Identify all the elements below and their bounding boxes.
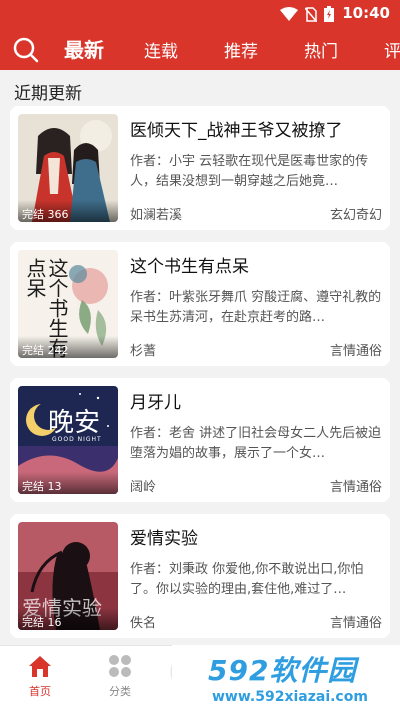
book-card[interactable]: 晚安 GOOD NIGHT 完结 13 月牙儿 作者：老舍 讲述了旧社会母女二人… xyxy=(10,378,390,502)
book-description: 作者：小宇 云轻歌在现代是医毒世家的传人，结果没想到一朝穿越之后她竟… xyxy=(130,154,369,189)
home-icon xyxy=(29,656,51,677)
book-cover: 完结 366 xyxy=(18,114,118,222)
tab-serializing[interactable]: 连载 xyxy=(144,37,178,62)
nav-home[interactable]: 首页 xyxy=(10,654,70,699)
watermark-url: www.592xiazai.com xyxy=(212,689,368,705)
section-title: 近期更新 xyxy=(14,84,82,104)
book-genre: 玄幻奇幻 xyxy=(329,208,382,223)
book-author: 佚名 xyxy=(130,616,157,631)
book-description: 作者：老舍 讲述了旧社会母女二人先后被迫堕落为娼的故事，展示了一个女… xyxy=(130,426,382,461)
book-description: 作者：叶紫张牙舞爪 穷酸迂腐、遵守礼教的呆书生苏清河，在赴京赶考的路… xyxy=(130,290,382,325)
book-description: 作者：刘秉政 你爱他,你不敢说出口,你怕了。你以实验的理由,套住他,难过了… xyxy=(130,562,364,597)
watermark: 592软件园 www.592xiazai.com xyxy=(172,645,400,711)
book-genre: 言情通俗 xyxy=(329,480,382,495)
book-card[interactable]: 爱情实验 完结 16 爱情实验 作者：刘秉政 你爱他,你不敢说出口,你怕了。你以… xyxy=(10,514,390,638)
clock: 10:40 xyxy=(342,4,390,22)
battery-charging-icon xyxy=(324,6,334,22)
cover-badge: 完结 366 xyxy=(18,200,118,222)
book-cover: 这个书生有点呆 完结 242 xyxy=(18,250,118,358)
tab-recommended[interactable]: 推荐 xyxy=(224,37,258,62)
cover-subtitle-art: GOOD NIGHT xyxy=(52,436,102,443)
nav-category[interactable]: 分类 xyxy=(90,654,150,699)
nav-category-label: 分类 xyxy=(109,685,131,698)
book-author: 阔岭 xyxy=(130,480,157,495)
status-icons xyxy=(280,6,334,22)
wifi-icon xyxy=(280,6,298,21)
search-button[interactable] xyxy=(12,36,40,64)
cover-badge: 完结 16 xyxy=(18,608,118,630)
grid-icon xyxy=(109,655,131,677)
status-bar: 10:40 xyxy=(0,0,400,28)
book-title: 爱情实验 xyxy=(130,529,198,549)
book-title: 这个书生有点呆 xyxy=(130,257,249,277)
book-genre: 言情通俗 xyxy=(329,616,382,631)
no-sim-icon xyxy=(305,6,317,22)
top-nav-bar: 最新 连载 推荐 热门 评 xyxy=(0,28,400,70)
book-title: 医倾天下_战神王爷又被撩了 xyxy=(130,121,343,141)
tab-reviews[interactable]: 评 xyxy=(384,37,400,62)
book-title: 月牙儿 xyxy=(130,393,181,413)
tab-latest[interactable]: 最新 xyxy=(64,34,104,63)
book-genre: 言情通俗 xyxy=(329,344,382,359)
book-card[interactable]: 这个书生有点呆 完结 242 这个书生有点呆 作者：叶紫张牙舞爪 穷酸迂腐、遵守… xyxy=(10,242,390,366)
cover-badge: 完结 13 xyxy=(18,472,118,494)
nav-home-label: 首页 xyxy=(29,685,51,698)
cover-badge: 完结 242 xyxy=(18,336,118,358)
search-icon xyxy=(13,37,39,63)
cover-title-art: 晚安 xyxy=(48,408,101,438)
book-author: 如澜若溪 xyxy=(130,208,183,223)
watermark-logo: 592软件园 xyxy=(208,654,357,687)
book-card[interactable]: 完结 366 医倾天下_战神王爷又被撩了 作者：小宇 云轻歌在现代是医毒世家的传… xyxy=(10,106,390,230)
book-cover: 爱情实验 完结 16 xyxy=(18,522,118,630)
book-author: 杉蓍 xyxy=(130,344,157,359)
tab-popular[interactable]: 热门 xyxy=(304,37,338,62)
book-cover: 晚安 GOOD NIGHT 完结 13 xyxy=(18,386,118,494)
